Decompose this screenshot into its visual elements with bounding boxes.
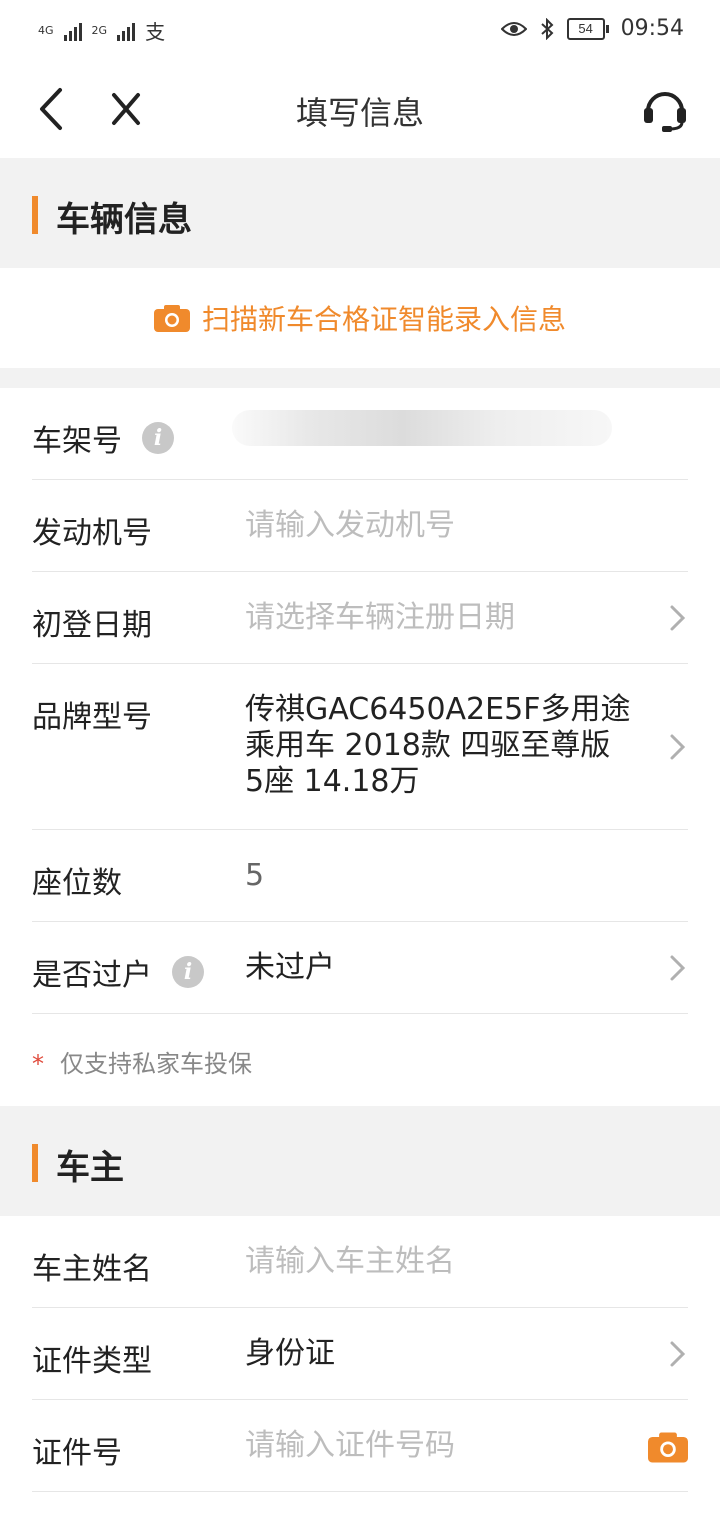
field-label: 发动机号 <box>32 516 152 551</box>
status-bar: 4G 2G 支 54 09:54 <box>0 0 720 60</box>
owner-name-input[interactable]: 请输入车主姓名 <box>245 1244 638 1280</box>
id-number-input[interactable]: 请输入证件号码 <box>245 1428 638 1464</box>
network-label-2: 2G <box>91 24 108 37</box>
camera-icon <box>153 305 190 332</box>
scan-certificate-button[interactable]: 扫描新车合格证智能录入信息 <box>0 268 720 368</box>
private-car-note: * 仅支持私家车投保 <box>32 1044 252 1079</box>
field-label: 车主姓名 <box>32 1252 152 1287</box>
id-type-row[interactable]: 证件类型 身份证 <box>32 1308 688 1400</box>
seat-count-row[interactable]: 座位数 5 <box>32 830 688 922</box>
field-label: 是否过户 <box>32 958 152 993</box>
section-accent-bar <box>32 1144 38 1182</box>
chevron-right-icon <box>670 605 686 631</box>
signal-icon-2 <box>117 21 136 41</box>
owner-name-row[interactable]: 车主姓名 请输入车主姓名 <box>32 1216 688 1308</box>
field-label: 车架号 <box>32 424 122 459</box>
transfer-value[interactable]: 未过户 <box>245 950 638 986</box>
section-header-vehicle: 车辆信息 <box>0 158 720 268</box>
register-date-row[interactable]: 初登日期 请选择车辆注册日期 <box>32 572 688 664</box>
chevron-right-icon <box>670 734 686 760</box>
field-label: 品牌型号 <box>32 700 152 735</box>
bluetooth-icon <box>540 17 554 40</box>
nav-bar: 填写信息 <box>0 60 720 158</box>
eye-icon <box>500 21 527 36</box>
divider-band <box>0 368 720 388</box>
network-label-1: 4G <box>38 24 54 37</box>
field-label: 证件类型 <box>32 1344 152 1379</box>
register-date-select[interactable]: 请选择车辆注册日期 <box>245 600 638 636</box>
seat-count-value[interactable]: 5 <box>245 858 638 894</box>
owner-form: 车主姓名 请输入车主姓名 证件类型 身份证 证件号 请输入证件号码 <box>0 1216 720 1520</box>
info-icon[interactable]: i <box>172 956 204 988</box>
chevron-right-icon <box>670 955 686 981</box>
engine-number-row[interactable]: 发动机号 请输入发动机号 <box>32 480 688 572</box>
section-title: 车辆信息 <box>56 200 192 240</box>
section-title: 车主 <box>56 1148 124 1188</box>
clock: 09:54 <box>620 16 684 41</box>
id-type-value[interactable]: 身份证 <box>245 1336 638 1372</box>
vehicle-form: 车架号 i 发动机号 请输入发动机号 初登日期 请选择车辆注册日期 品牌型号 传… <box>0 388 720 1106</box>
field-label: 座位数 <box>32 866 122 901</box>
section-accent-bar <box>32 196 38 234</box>
pay-icon: 支 <box>145 20 166 44</box>
note-text: 仅支持私家车投保 <box>60 1050 252 1078</box>
page-title: 填写信息 <box>295 94 424 132</box>
required-mark: * <box>32 1050 44 1078</box>
id-number-row[interactable]: 证件号 请输入证件号码 <box>32 1400 688 1492</box>
field-label: 证件号 <box>32 1436 122 1471</box>
info-icon[interactable]: i <box>142 422 174 454</box>
camera-icon[interactable] <box>648 1431 688 1463</box>
section-header-owner: 车主 <box>0 1106 720 1216</box>
chevron-right-icon <box>670 1341 686 1367</box>
vin-value-redacted[interactable] <box>232 410 612 446</box>
scan-label: 扫描新车合格证智能录入信息 <box>201 303 566 336</box>
brand-model-value[interactable]: 传祺GAC6450A2E5F多用途乘用车 2018款 四驱至尊版 5座 14.1… <box>245 692 638 800</box>
vin-row[interactable]: 车架号 i <box>32 388 688 480</box>
field-label: 初登日期 <box>32 608 152 643</box>
transfer-row[interactable]: 是否过户 i 未过户 <box>32 922 688 1014</box>
brand-model-row[interactable]: 品牌型号 传祺GAC6450A2E5F多用途乘用车 2018款 四驱至尊版 5座… <box>32 664 688 830</box>
signal-icon <box>63 21 82 41</box>
headset-icon[interactable] <box>640 84 690 134</box>
engine-number-input[interactable]: 请输入发动机号 <box>245 508 638 544</box>
battery-icon: 54 <box>566 17 609 40</box>
battery-level: 54 <box>566 17 605 40</box>
